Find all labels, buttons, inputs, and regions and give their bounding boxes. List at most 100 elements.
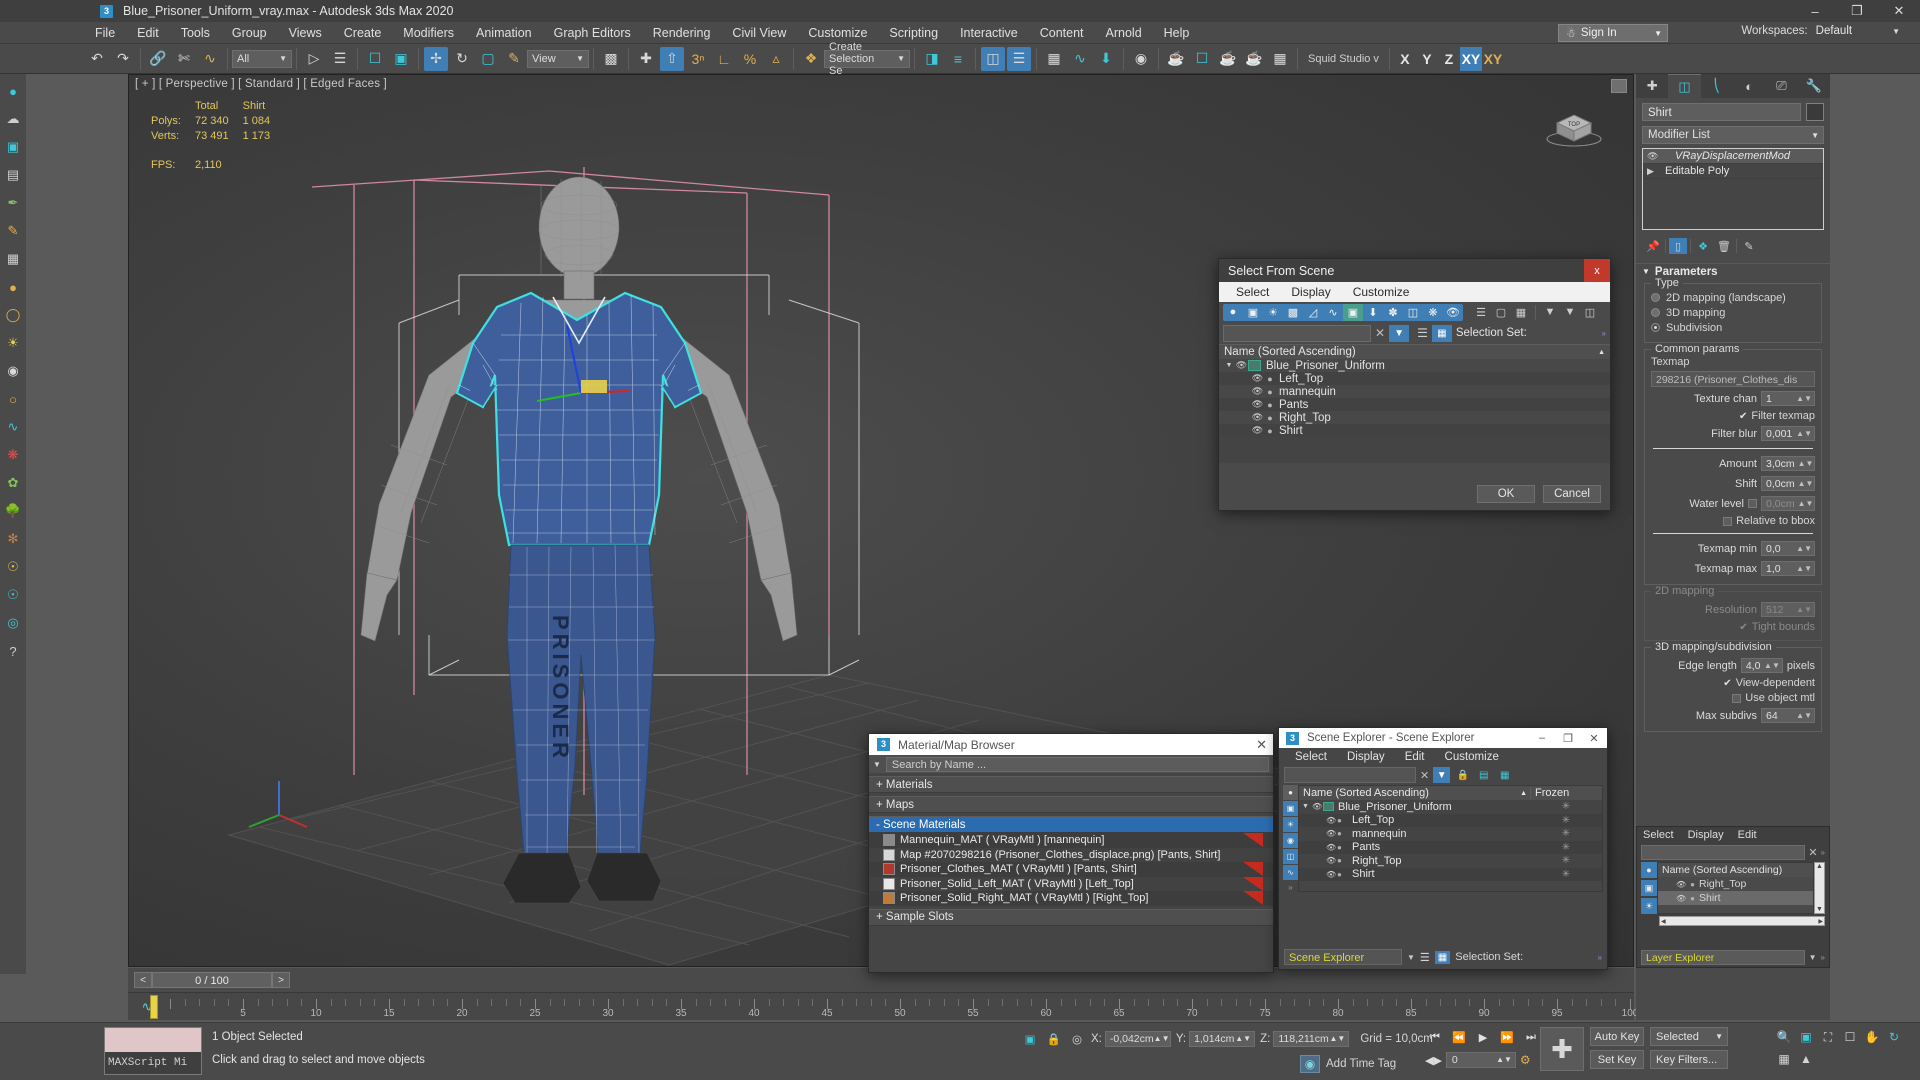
sphere2-icon[interactable]: ○ [2,388,24,410]
zoom-extents-icon[interactable]: ⛶ [1818,1027,1838,1047]
color-dot-icon[interactable]: ● [1690,894,1695,903]
color-dot-icon[interactable]: ● [1337,870,1348,879]
frame-readout[interactable]: 0 / 100 [152,972,272,988]
chevron-down-icon[interactable]: ▼ [873,760,881,769]
collapse-all-icon[interactable]: ▦ [1496,767,1513,783]
y-coordinate-input[interactable]: 1,014cm ▲▼ [1189,1031,1256,1047]
frozen-cell[interactable]: ✳ [1530,815,1602,826]
selection-lock-region-icon[interactable]: ▣ [1020,1030,1040,1048]
bind-space-warp-icon[interactable]: ∿ [198,47,222,71]
radio-3d-mapping[interactable]: 3D mapping [1651,305,1815,320]
zoom-icon[interactable]: 🔍 [1774,1027,1794,1047]
eye-icon[interactable]: 👁 [1326,870,1337,879]
scene-explorer-header[interactable]: Name (Sorted Ascending) ▲ Frozen [1299,786,1602,800]
track-bar-ruler[interactable]: 5 10 15 20 25 30 35 40 45 50 55 60 65 70 75 80 85 90 95 100 [170,993,1638,1021]
container-icon[interactable]: ◫ [1580,304,1600,321]
snap-3-icon[interactable]: 3ⁿ [686,47,710,71]
time-tag-icon[interactable]: ◉ [1300,1055,1320,1073]
modify-tab-icon[interactable]: ◫ [1668,74,1701,98]
menu-file[interactable]: File [84,22,126,44]
scene-explorer-window[interactable]: 3 Scene Explorer - Scene Explorer – ❐ ✕ … [1278,727,1608,970]
paint-icon[interactable]: ✎ [2,220,24,242]
filter-texmap-checkbox[interactable]: ✔ Filter texmap [1651,410,1815,422]
renderer-label[interactable]: Squid Studio v [1302,53,1385,65]
close-button[interactable]: ✕ [1581,728,1607,748]
selection-filter-combo[interactable]: All ▼ [232,49,292,68]
modifier-list-dropdown[interactable]: Modifier List ▼ [1642,126,1824,144]
rect-select-region-icon[interactable]: ☐ [363,47,387,71]
percent-snap-icon[interactable]: % [738,47,762,71]
spinner-arrows-icon[interactable]: ▲▼ [1798,459,1814,468]
target-icon[interactable]: ◎ [2,612,24,634]
object-name-field[interactable]: Shirt [1642,103,1801,121]
use-object-mtl-checkbox[interactable]: Use object mtl [1651,692,1815,704]
key-filter-set-combo[interactable]: Selected ▼ [1650,1027,1728,1046]
key-mode-icon[interactable]: ◀▶ [1425,1054,1442,1067]
helpers-icon[interactable]: ◿ [1303,304,1323,321]
sun-icon[interactable]: ☉ [2,556,24,578]
show-end-result-icon[interactable]: ▯ [1669,238,1687,254]
eye-icon[interactable]: 👁 [1251,386,1264,397]
layer-explorer-scrollbar[interactable]: ▲ ▼ [1814,862,1825,914]
create-icon[interactable]: ● [2,80,24,102]
sfs-menu-select[interactable]: Select [1225,282,1280,302]
frozen-cell[interactable]: ✳ [1530,828,1602,839]
scene-tree-item[interactable]: 👁 ● Shirt [1219,424,1610,437]
layer-menu-edit[interactable]: Edit [1738,829,1757,841]
se-menu-select[interactable]: Select [1285,751,1337,763]
maximize-viewport-icon[interactable]: ▦ [1774,1049,1794,1069]
cameras-icon[interactable]: ▩ [1283,304,1303,321]
render-setup-icon[interactable]: ☕ [1164,47,1188,71]
water-level-spinner[interactable]: 0,0cm ▲▼ [1761,496,1815,511]
scene-explorer-row[interactable]: 👁 ● Right_Top ✳ [1299,854,1602,868]
modifier-stack-item[interactable]: 👁 VRayDisplacementMod [1643,149,1823,164]
eye-icon[interactable]: 👁 [1647,151,1661,162]
maxscript-output-pane[interactable] [105,1028,201,1052]
undo-icon[interactable]: ↶ [85,47,109,71]
menu-edit[interactable]: Edit [126,22,170,44]
light-icon[interactable]: ☀ [2,332,24,354]
eye-icon[interactable]: 👁 [1326,829,1337,838]
window-crossing-icon[interactable]: ▣ [389,47,413,71]
go-to-start-icon[interactable]: ⏮ [1425,1028,1445,1046]
maximize-button[interactable]: ❐ [1555,728,1581,748]
material-editor-icon[interactable]: ◉ [1129,47,1153,71]
color-dot-icon[interactable]: ● [1337,843,1348,852]
layers-icon[interactable]: ☰ [1417,326,1428,340]
viewport-nav-button[interactable] [1611,79,1627,93]
time-cursor[interactable] [150,995,158,1019]
sphere-icon[interactable]: ● [2,276,24,298]
scene-explorer-icon[interactable]: ☰ [1007,46,1031,71]
filter-toggle-icon[interactable]: ▼ [1389,324,1410,342]
bug-icon[interactable]: ✻ [2,528,24,550]
scene-explorer-row[interactable]: 👁 ● Shirt ✳ [1299,867,1602,881]
dialog-object-list[interactable]: ▼ 👁 Blue_Prisoner_Uniform 👁 ● Left_Top 👁 ● manne… [1219,359,1610,463]
particles-icon[interactable]: ❋ [1423,304,1443,321]
color-dot-icon[interactable]: ● [1264,400,1276,410]
go-to-end-icon[interactable]: ⏭ [1521,1028,1541,1046]
unlink-icon[interactable]: ✄ [172,47,196,71]
set-keys-button[interactable]: ✚ [1540,1027,1584,1071]
box-icon[interactable]: ▣ [2,136,24,158]
spinner-arrows-icon[interactable]: ▲▼ [1798,479,1814,488]
layer-column-header[interactable]: Name (Sorted Ascending) [1658,863,1813,877]
render-activeshade-icon[interactable]: ▦ [1268,47,1292,71]
color-dot-icon[interactable]: ● [1690,880,1695,889]
select-by-name-icon[interactable]: ☰ [328,47,352,71]
scene-materials-list[interactable]: Mannequin_MAT ( VRayMtl ) [mannequin] Map… [869,833,1273,906]
shift-spinner[interactable]: 0,0cm ▲▼ [1761,476,1815,491]
scene-explorer-search-input[interactable] [1284,767,1416,783]
make-unique-icon[interactable]: ❖ [1694,238,1712,254]
hierarchy-tab-icon[interactable]: ⎝ [1701,74,1733,98]
geometry-filter-icon[interactable]: ● [1641,862,1657,878]
select-from-scene-dialog[interactable]: Select From Scene x Select Display Custo… [1218,258,1611,511]
expand-triangle-icon[interactable]: ▶ [1647,166,1661,177]
scroll-right-icon[interactable]: ▶ [1818,918,1823,925]
menu-rendering[interactable]: Rendering [642,22,722,44]
scene-explorer-row[interactable]: 👁 ● Pants ✳ [1299,840,1602,854]
scene-explorer-row[interactable]: 👁 ● mannequin ✳ [1299,827,1602,841]
expand-all-icon[interactable]: ▤ [1475,767,1492,783]
render-production-icon[interactable]: ☕ [1216,47,1240,71]
scene-tree-item[interactable]: 👁 ● Right_Top [1219,411,1610,424]
play-icon[interactable]: ▶ [1473,1028,1493,1046]
